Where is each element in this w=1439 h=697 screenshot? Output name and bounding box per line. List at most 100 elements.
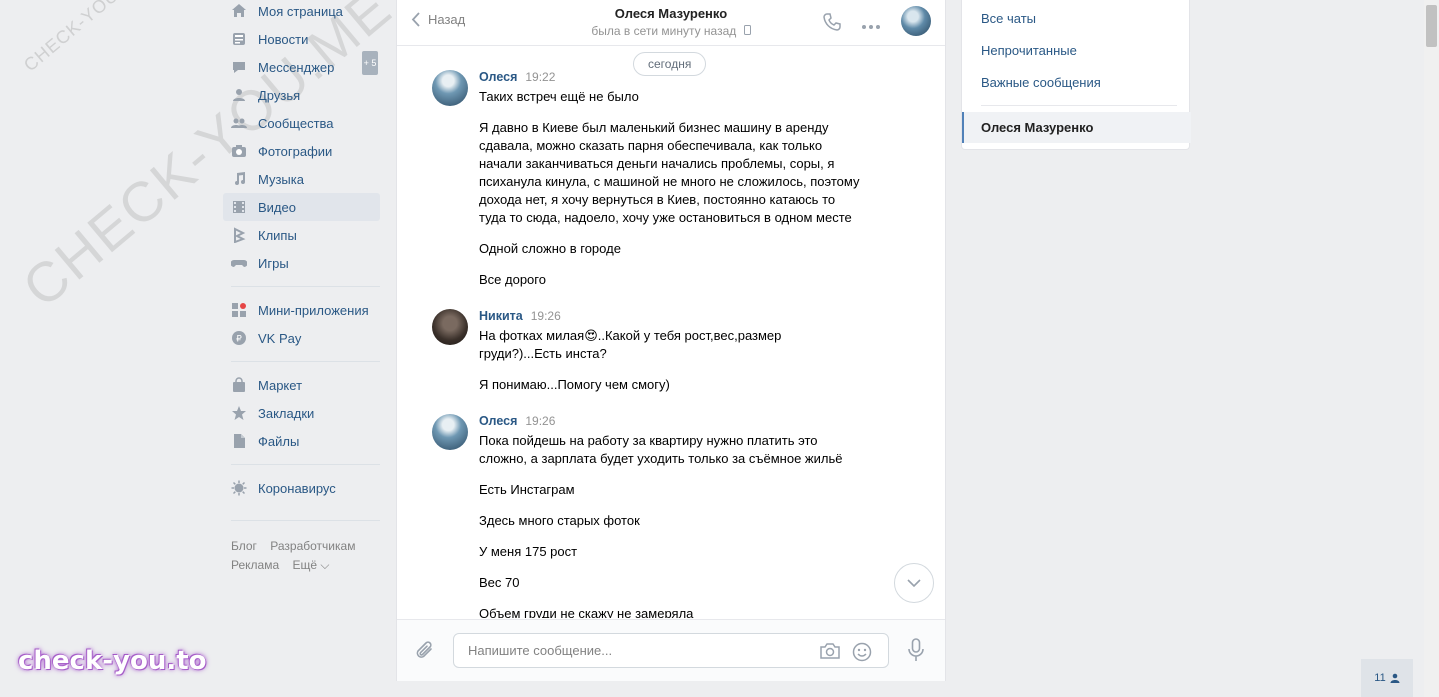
more-button[interactable] (861, 18, 881, 33)
more-dots-icon (862, 25, 880, 29)
home-icon (231, 3, 247, 19)
message-text: Таких встреч ещё не было (479, 89, 639, 104)
filter-all-chats[interactable]: Все чаты (981, 11, 1036, 26)
mobile-icon (743, 25, 751, 35)
attach-button[interactable] (415, 640, 435, 665)
watermark-small: CHECK-YOU.ME (20, 0, 150, 76)
nav-label: Мини-приложения (258, 302, 369, 318)
author-name[interactable]: Олеся (479, 414, 517, 428)
voice-message-button[interactable] (908, 638, 924, 665)
gamepad-icon (231, 255, 247, 271)
news-icon (231, 31, 247, 47)
nav-item-news[interactable]: Новости (223, 25, 380, 53)
svg-text:₽: ₽ (236, 335, 242, 345)
nav-item-mini-apps[interactable]: Мини-приложения (223, 296, 380, 324)
message-time: 19:26 (525, 414, 556, 428)
active-chat-name: Олеся Мазуренко (981, 120, 1094, 135)
nav-divider (231, 286, 380, 287)
smile-icon (852, 642, 872, 662)
message-text: Все дорого (479, 272, 546, 287)
nav-item-music[interactable]: Музыка (223, 165, 380, 193)
message-text: Объем груди не скажу не замеряла (479, 606, 694, 618)
nav-item-photos[interactable]: Фотографии (223, 137, 380, 165)
message-author[interactable]: Олеся 19:26 (479, 414, 555, 428)
message-text: Одной сложно в городе (479, 241, 621, 256)
messenger-icon (231, 59, 247, 75)
nav-item-messenger[interactable]: Мессенджер + 5 (223, 51, 380, 81)
message-text: На фотках милая😍..Какой у тебя рост,вес,… (479, 328, 782, 361)
nav-label: Моя страница (258, 3, 343, 19)
footer-link-developers[interactable]: Разработчикам (270, 539, 355, 553)
virus-icon (231, 480, 247, 496)
nav-label: Новости (258, 31, 309, 47)
music-note-icon (231, 171, 247, 187)
nav-item-market[interactable]: Маркет (223, 371, 380, 399)
footer-links: Блог Разработчикам Реклама Ещё ⌵ (231, 537, 381, 575)
author-name[interactable]: Олеся (479, 70, 517, 84)
nav-item-communities[interactable]: Сообщества (223, 109, 380, 137)
message-composer (397, 619, 945, 681)
message-text: Я понимаю...Помогу чем смогу) (479, 377, 670, 392)
avatar[interactable] (432, 414, 468, 450)
nav-item-friends[interactable]: Друзья (223, 81, 380, 109)
avatar[interactable] (432, 309, 468, 345)
camera-icon (231, 143, 247, 159)
filter-important[interactable]: Важные сообщения (981, 75, 1101, 90)
scrollbar-thumb[interactable] (1426, 5, 1437, 47)
page-scrollbar[interactable] (1424, 0, 1439, 697)
panel-divider (981, 105, 1177, 106)
avatar[interactable] (432, 70, 468, 106)
nav-item-vk-pay[interactable]: ₽ VK Pay (223, 324, 380, 352)
nav-label: Видео (258, 199, 296, 215)
footer-link-ads[interactable]: Реклама (231, 558, 279, 572)
footer-link-more[interactable]: Ещё ⌵ (292, 558, 329, 572)
date-divider: сегодня (633, 52, 707, 76)
nav-label: Друзья (258, 87, 301, 103)
message-input[interactable] (466, 642, 810, 659)
nav-label: Музыка (258, 171, 304, 187)
filter-unread[interactable]: Непрочитанные (981, 43, 1077, 58)
message-text: Здесь много старых фоток (479, 513, 640, 528)
clips-icon (231, 227, 247, 243)
nav-divider (231, 464, 380, 465)
scroll-down-button[interactable] (894, 563, 934, 603)
chat-panel: Назад Олеся Мазуренко была в сети минуту… (396, 0, 946, 681)
nav-item-coronavirus[interactable]: Коронавирус (223, 474, 380, 502)
message-text: Вес 70 (479, 575, 520, 590)
nav-item-bookmarks[interactable]: Закладки (223, 399, 380, 427)
message-author[interactable]: Олеся 19:22 (479, 70, 555, 84)
message-text: У меня 175 рост (479, 544, 578, 559)
call-button[interactable] (822, 12, 842, 35)
video-icon (231, 199, 247, 215)
nav-label: Фотографии (258, 143, 333, 159)
footer-link-blog[interactable]: Блог (231, 539, 257, 553)
active-chat-item[interactable]: Олеся Мазуренко (962, 112, 1191, 143)
nav-item-files[interactable]: Файлы (223, 427, 380, 455)
message-time: 19:22 (525, 70, 556, 84)
message-time: 19:26 (530, 309, 561, 323)
nav-item-video[interactable]: Видео (223, 193, 380, 221)
chat-header: Назад Олеся Мазуренко была в сети минуту… (397, 0, 945, 46)
emoji-button[interactable] (852, 642, 872, 665)
author-name[interactable]: Никита (479, 309, 523, 323)
peer-avatar[interactable] (901, 6, 931, 36)
camera-button[interactable] (819, 642, 841, 663)
online-counter[interactable]: 11 (1361, 659, 1413, 697)
nav-label: Закладки (258, 405, 315, 421)
nav-item-games[interactable]: Игры (223, 249, 380, 277)
message-author[interactable]: Никита 19:26 (479, 309, 561, 323)
nav-divider (231, 361, 380, 362)
nav-label: Файлы (258, 433, 300, 449)
friends-icon (231, 87, 247, 103)
person-icon (1390, 673, 1400, 683)
counter-value: 11 (1374, 672, 1386, 684)
message-history[interactable]: сегодня Олеся 19:22 Таких встреч ещё не б… (397, 46, 945, 618)
nav-label: Мессенджер (258, 59, 335, 75)
nav-item-clips[interactable]: Клипы (223, 221, 380, 249)
nav-item-my-page[interactable]: Моя страница (223, 0, 380, 25)
nav-label: Сообщества (258, 115, 334, 131)
messenger-badge: + 5 (362, 51, 378, 75)
phone-icon (823, 13, 841, 31)
message-input-wrapper (453, 633, 889, 668)
nav-label: Маркет (258, 377, 303, 393)
